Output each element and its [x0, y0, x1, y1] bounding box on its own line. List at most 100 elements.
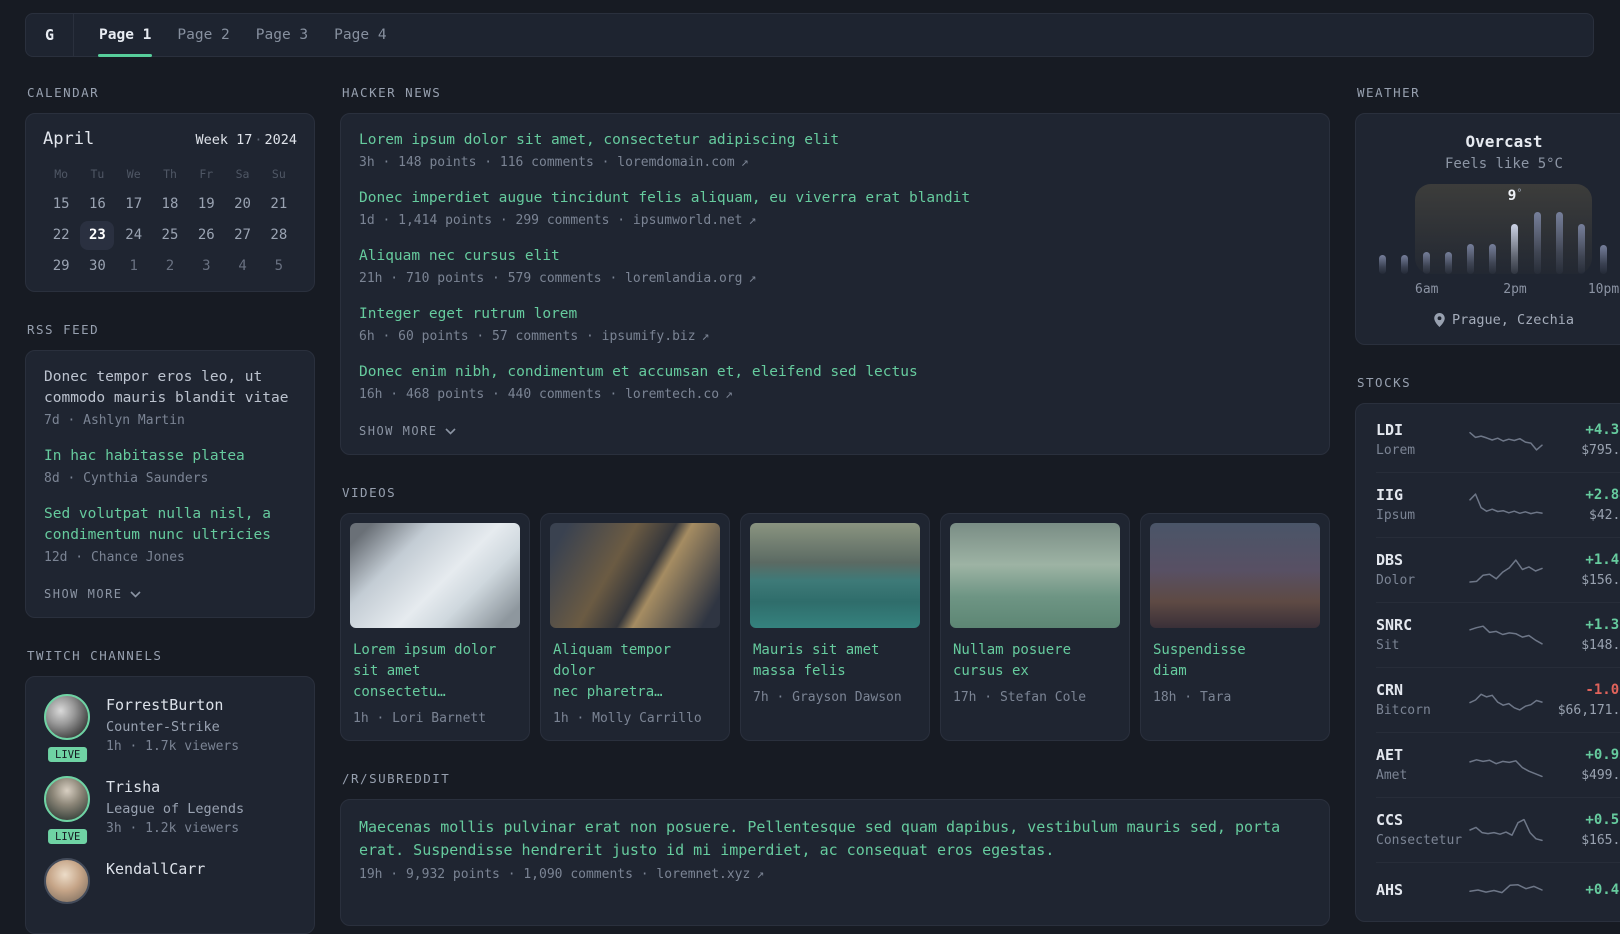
calendar-day[interactable]: 24 [117, 221, 151, 250]
stock-values: +0.51% $165.84 [1544, 810, 1620, 850]
live-badge: LIVE [46, 827, 90, 846]
reddit-post: Maecenas mollis pulvinar erat non posuer… [359, 816, 1311, 885]
twitch-channel-row[interactable]: LIVE Trisha League of Legends 3h · 1.2k … [44, 776, 296, 846]
stock-change: +2.84% [1585, 487, 1620, 503]
stock-row[interactable]: AET Amet +0.92% $499.72 [1376, 732, 1620, 797]
twitch-card: LIVE ForrestBurton Counter-Strike 1h · 1… [25, 676, 315, 934]
video-title: Suspendisse diam [1153, 642, 1246, 679]
channel-avatar [44, 858, 90, 904]
calendar-day[interactable]: 21 [262, 190, 296, 219]
stock-change: +1.36% [1585, 617, 1620, 633]
dashboard-page: G Page 1 Page 2 Page 3 Page 4 CALENDAR A… [0, 0, 1620, 934]
twitch-channel-row[interactable]: LIVE ForrestBurton Counter-Strike 1h · 1… [44, 694, 296, 764]
calendar-card: April Week 17 · 2024 Mo Tu We Th Fr Sa Su 15 16 17… [25, 113, 315, 292]
hn-story-link[interactable]: Donec enim nibh, condimentum et accumsan… [359, 362, 1311, 383]
page-tab[interactable]: Page 1 [86, 14, 164, 57]
stock-row[interactable]: CRN Bitcorn -1.00% $66,171.48 [1376, 667, 1620, 732]
rss-item-link[interactable]: Donec tempor eros leo, ut commodo mauris… [44, 367, 296, 409]
external-link-icon[interactable]: ↗ [749, 213, 757, 228]
stock-row[interactable]: SNRC Sit +1.36% $148.64 [1376, 602, 1620, 667]
calendar-day[interactable]: 28 [262, 221, 296, 250]
week-number: Week 17 [195, 132, 253, 148]
hn-story-link[interactable]: Donec imperdiet augue tincidunt felis al… [359, 188, 1311, 209]
calendar-day[interactable]: 30 [80, 252, 114, 281]
calendar-day[interactable]: 5 [262, 252, 296, 281]
stock-row[interactable]: DBS Dolor +1.42% $156.28 [1376, 537, 1620, 602]
calendar-day[interactable]: 15 [44, 190, 78, 219]
calendar-day[interactable]: 2 [153, 252, 187, 281]
calendar-day[interactable]: 17 [117, 190, 151, 219]
twitch-channel-row[interactable]: LIVE KendallCarr [44, 858, 296, 904]
time-label: 2pm [1503, 282, 1527, 297]
video-title: Aliquam tempor dolor nec pharetra… [553, 642, 672, 700]
calendar-day[interactable]: 4 [226, 252, 260, 281]
weather-bar [1445, 252, 1453, 274]
weather-location: Prague, Czechia [1378, 312, 1620, 328]
stock-symbol: CRN [1376, 681, 1404, 699]
calendar-day[interactable]: 19 [189, 190, 223, 219]
hn-story-meta: 21h · 710 points · 579 comments · loreml… [359, 268, 1311, 289]
external-link-icon[interactable]: ↗ [756, 867, 764, 882]
video-card[interactable]: Suspendisse diam 18h · Tara [1140, 513, 1330, 741]
reddit-post-link[interactable]: Maecenas mollis pulvinar erat non posuer… [359, 816, 1311, 862]
rss-item-link[interactable]: In hac habitasse platea [44, 446, 296, 467]
stock-row[interactable]: LDI Lorem +4.35% $795.18 [1376, 408, 1620, 472]
video-card[interactable]: Aliquam tempor dolor nec pharetra… 1h · … [540, 513, 730, 741]
video-card[interactable]: Lorem ipsum dolor sit amet consectetu… 1… [340, 513, 530, 741]
hn-story-meta: 16h · 468 points · 440 comments · loremt… [359, 384, 1311, 405]
page-tab[interactable]: Page 2 [164, 14, 242, 56]
video-title: Nullam posuere cursus ex [953, 642, 1072, 679]
right-column: WEATHER Overcast Feels like 5°C 9° 6am 2p… [1355, 85, 1620, 922]
calendar-day[interactable]: 3 [189, 252, 223, 281]
rss-item-link[interactable]: Sed volutpat nulla nisl, a condimentum n… [44, 504, 296, 546]
subreddit-card: Maecenas mollis pulvinar erat non posuer… [340, 799, 1330, 926]
stock-row[interactable]: AHS +0.46% [1376, 862, 1620, 917]
hn-show-more-button[interactable]: SHOW MORE [359, 420, 456, 440]
stock-row[interactable]: CCS Consectetur +0.51% $165.84 [1376, 797, 1620, 862]
calendar-day[interactable]: 27 [226, 221, 260, 250]
rss-items: Donec tempor eros leo, ut commodo mauris… [44, 367, 296, 568]
hn-story-meta-text: 21h · 710 points · 579 comments · loreml… [359, 271, 743, 286]
stock-id: IIG Ipsum [1376, 485, 1468, 525]
video-card[interactable]: Nullam posuere cursus ex 17h · Stefan Co… [940, 513, 1130, 741]
external-link-icon[interactable]: ↗ [741, 155, 749, 170]
weather-bar [1467, 243, 1475, 274]
calendar-day[interactable]: 20 [226, 190, 260, 219]
calendar-day[interactable]: 16 [80, 190, 114, 219]
hn-story: Donec enim nibh, condimentum et accumsan… [359, 362, 1311, 405]
channel-info: ForrestBurton Counter-Strike 1h · 1.7k v… [106, 694, 239, 757]
hn-story-link[interactable]: Integer eget rutrum lorem [359, 304, 1311, 325]
stock-row[interactable]: IIG Ipsum +2.84% $42.04 [1376, 472, 1620, 537]
external-link-icon[interactable]: ↗ [702, 329, 710, 344]
hn-story-link[interactable]: Lorem ipsum dolor sit amet, consectetur … [359, 130, 1311, 151]
stock-price: $165.84 [1581, 833, 1620, 848]
app-logo[interactable]: G [26, 14, 74, 56]
weather-card: Overcast Feels like 5°C 9° 6am 2pm 10pm [1355, 113, 1620, 345]
calendar-day[interactable]: 1 [117, 252, 151, 281]
calendar-day[interactable]: 18 [153, 190, 187, 219]
calendar-day[interactable]: 22 [44, 221, 78, 250]
page-tab[interactable]: Page 3 [243, 14, 321, 56]
weather-condition: Overcast [1465, 132, 1543, 151]
stock-values: -1.00% $66,171.48 [1544, 680, 1620, 720]
page-tab[interactable]: Page 4 [321, 14, 399, 56]
stock-id: AET Amet [1376, 745, 1468, 785]
weather-hourly-chart: 9° [1379, 182, 1620, 274]
reddit-post-meta-text: 19h · 9,932 points · 1,090 comments · lo… [359, 867, 751, 882]
video-thumbnail [950, 523, 1120, 628]
rss-show-more-button[interactable]: SHOW MORE [44, 583, 141, 603]
hn-story-link[interactable]: Aliquam nec cursus elit [359, 246, 1311, 267]
external-link-icon[interactable]: ↗ [725, 387, 733, 402]
calendar-day-grid: 15 16 17 18 19 20 21 22 23 24 25 26 27 28 29 30 1 2 3 4 5 [43, 190, 297, 281]
stock-change: +0.46% [1585, 881, 1620, 898]
video-card[interactable]: Mauris sit amet massa felis 7h · Grayson… [740, 513, 930, 741]
videos-header: VIDEOS [342, 485, 397, 500]
external-link-icon[interactable]: ↗ [749, 271, 757, 286]
video-title: Mauris sit amet massa felis [753, 642, 880, 679]
calendar-day[interactable]: 25 [153, 221, 187, 250]
channel-name: ForrestBurton [106, 696, 224, 714]
calendar-day[interactable]: 29 [44, 252, 78, 281]
calendar-day[interactable]: 26 [189, 221, 223, 250]
calendar-day[interactable]: 23 [80, 221, 115, 250]
degree-symbol: ° [1516, 188, 1523, 199]
